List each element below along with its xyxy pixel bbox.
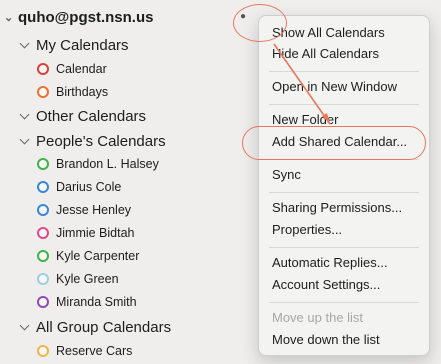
calendar-color-ring-icon[interactable] [37, 345, 49, 357]
menu-separator [269, 192, 419, 193]
calendar-color-ring-icon[interactable] [37, 204, 49, 216]
calendar-item-kyle-carpenter[interactable]: Kyle Carpenter [37, 249, 139, 263]
menu-separator [269, 104, 419, 105]
account-header[interactable]: ⌄ quho@pgst.nsn.us [4, 9, 153, 26]
account-email: quho@pgst.nsn.us [18, 9, 154, 26]
calendar-label: Kyle Carpenter [56, 249, 140, 263]
menu-item-automatic-replies[interactable]: Automatic Replies... [272, 254, 388, 272]
group-my-calendars[interactable]: My Calendars [19, 37, 129, 54]
calendar-color-ring-icon[interactable] [37, 158, 49, 170]
calendar-color-ring-icon[interactable] [37, 296, 49, 308]
calendar-label: Jimmie Bidtah [56, 226, 135, 240]
menu-item-sync[interactable]: Sync [272, 166, 301, 184]
calendar-color-ring-icon[interactable] [37, 63, 49, 75]
menu-item-move-up-the-list: Move up the list [272, 310, 364, 325]
chevron-down-icon[interactable] [19, 321, 33, 335]
group-other-calendars[interactable]: Other Calendars [19, 108, 146, 125]
calendar-color-ring-icon[interactable] [37, 250, 49, 262]
calendar-label: Darius Cole [56, 180, 122, 194]
calendar-label: Birthdays [56, 85, 109, 99]
menu-item-show-all-calendars[interactable]: Show All Calendars [272, 24, 385, 42]
calendar-color-ring-icon[interactable] [37, 181, 49, 193]
calendar-item-calendar[interactable]: Calendar [37, 62, 107, 76]
group-all-group-calendars[interactable]: All Group Calendars [19, 319, 171, 336]
chevron-down-icon[interactable] [19, 39, 33, 53]
highlight-oval [242, 126, 426, 160]
calendar-item-jesse-henley[interactable]: Jesse Henley [37, 203, 131, 217]
calendar-label: Reserve Cars [56, 344, 133, 358]
menu-separator [269, 247, 419, 248]
chevron-down-icon[interactable]: ⌄ [4, 11, 18, 24]
calendar-color-ring-icon[interactable] [37, 227, 49, 239]
menu-item-sharing-permissions[interactable]: Sharing Permissions... [272, 199, 402, 217]
group-peoples-calendars[interactable]: People's Calendars [19, 133, 166, 150]
calendar-label: Brandon L. Halsey [56, 157, 159, 171]
menu-item-hide-all-calendars[interactable]: Hide All Calendars [272, 45, 379, 63]
group-label: All Group Calendars [36, 319, 172, 336]
group-label: Other Calendars [36, 108, 147, 125]
calendar-item-darius-cole[interactable]: Darius Cole [37, 180, 121, 194]
calendar-item-brandon-halsey[interactable]: Brandon L. Halsey [37, 157, 159, 171]
calendar-color-ring-icon[interactable] [37, 273, 49, 285]
menu-separator [269, 302, 419, 303]
calendar-label: Kyle Green [56, 272, 119, 286]
calendar-label: Jesse Henley [56, 203, 132, 217]
chevron-down-icon[interactable] [19, 135, 33, 149]
calendar-item-miranda-smith[interactable]: Miranda Smith [37, 295, 137, 309]
calendar-item-jimmie-bidtah[interactable]: Jimmie Bidtah [37, 226, 135, 240]
calendar-item-reserve-cars[interactable]: Reserve Cars [37, 344, 132, 358]
context-menu: Show All Calendars Hide All Calendars Op… [258, 15, 430, 356]
menu-item-properties[interactable]: Properties... [272, 221, 342, 239]
calendar-item-birthdays[interactable]: Birthdays [37, 85, 108, 99]
calendar-label: Calendar [56, 62, 107, 76]
menu-item-account-settings[interactable]: Account Settings... [272, 276, 380, 294]
chevron-down-icon[interactable] [19, 110, 33, 124]
menu-item-move-down-the-list[interactable]: Move down the list [272, 331, 380, 349]
group-label: My Calendars [36, 37, 129, 54]
highlight-circle [233, 4, 287, 42]
menu-separator [269, 71, 419, 72]
calendar-color-ring-icon[interactable] [37, 86, 49, 98]
group-label: People's Calendars [36, 133, 166, 150]
menu-item-open-in-new-window[interactable]: Open in New Window [272, 78, 397, 96]
calendar-item-kyle-green[interactable]: Kyle Green [37, 272, 119, 286]
calendar-label: Miranda Smith [56, 295, 137, 309]
